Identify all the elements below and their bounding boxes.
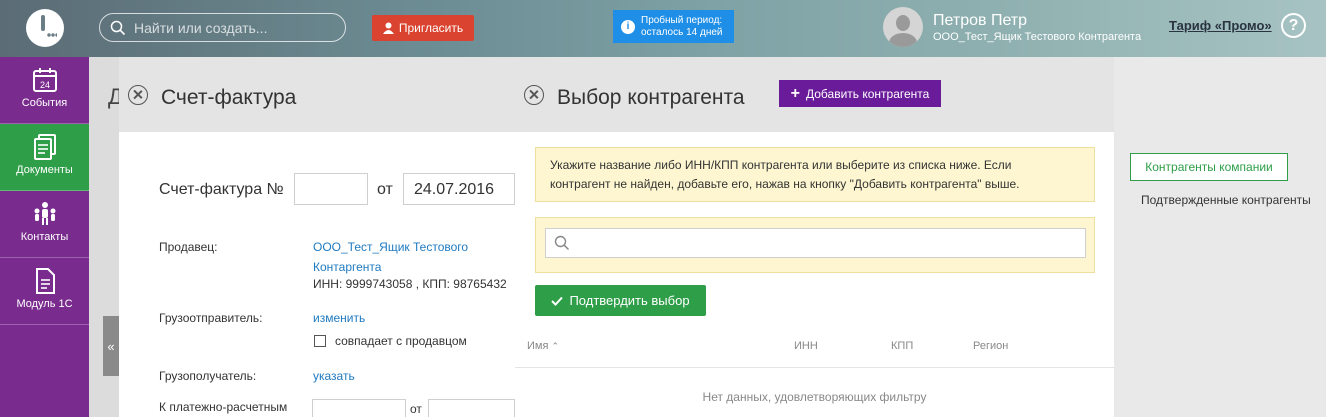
sidebar-item-module-1c[interactable]: Модуль 1С [0,258,89,325]
search-icon [554,235,570,251]
consignee-label: Грузополучатель: [159,369,257,383]
sidebar-item-label: Контакты [20,231,69,243]
column-header-region[interactable]: Регион [973,340,1008,352]
top-bar: Пригласить i Пробный период: осталось 14… [0,0,1326,57]
payment-doc-number-input[interactable] [312,399,406,417]
calendar-icon: 24 [32,68,57,92]
counterparty-search-input[interactable] [576,235,1076,251]
sort-asc-icon: ⌃ [551,341,560,351]
trial-line-1: Пробный период: [641,14,723,26]
seller-link[interactable]: ООО_Тест_Ящик Тестового [313,240,468,254]
invoice-number-label: Счет-фактура № [159,181,284,198]
sidebar-item-events[interactable]: 24 События [0,57,89,124]
counterparty-search-area [535,217,1095,273]
documents-icon [33,134,56,160]
seller-link-line2[interactable]: Контаргента [313,260,381,274]
sidebar: 24 События Документы Контакты Модуль 1С [0,57,89,417]
add-counterparty-label: Добавить контрагента [805,86,930,101]
column-name-label: Имя [527,340,549,352]
column-header-inn[interactable]: ИНН [794,340,818,352]
close-counterparty-icon[interactable] [524,85,544,105]
close-invoice-icon[interactable] [128,85,148,105]
collapse-panel-handle[interactable]: « [103,316,119,376]
tariff-link[interactable]: Тариф «Промо» [1169,18,1272,33]
same-as-seller-label: совпадает с продавцом [335,334,467,348]
hint-line-2: контрагент не найден, добавьте его, нажа… [550,177,1020,191]
sidebar-item-label: Модуль 1С [16,298,73,310]
same-as-seller-checkbox[interactable] [314,335,326,347]
table-divider [515,367,1114,368]
empty-table-message: Нет данных, удовлетворяющих фильтру [702,390,927,404]
column-header-name[interactable]: Имя ⌃ [527,340,559,352]
invoice-date-input[interactable]: 24.07.2016 [403,173,515,205]
plus-icon: + [790,84,800,102]
sidebar-item-label: События [21,97,68,109]
confirm-selection-label: Подтвердить выбор [569,293,690,308]
info-icon: i [621,19,635,34]
document-icon [35,268,55,294]
invoice-title: Счет-фактура [161,86,297,109]
sidebar-item-documents[interactable]: Документы [0,124,89,191]
user-organization[interactable]: ООО_Тест_Ящик Тестового Контрагента [933,31,1141,43]
confirm-selection-button[interactable]: Подтвердить выбор [535,285,706,316]
help-icon[interactable]: ? [1281,13,1306,38]
invoice-date-value: 24.07.2016 [414,181,495,198]
consignee-specify-link[interactable]: указать [313,369,355,383]
filter-company-counterparties[interactable]: Контрагенты компании [1130,153,1288,181]
app-logo-icon[interactable] [26,9,64,47]
invoice-number-input[interactable] [294,173,368,205]
sidebar-item-contacts[interactable]: Контакты [0,191,89,258]
person-icon [382,22,394,34]
trial-badge[interactable]: i Пробный период: осталось 14 дней [613,10,734,43]
checkmark-icon [551,296,564,306]
payment-doc-label: К платежно-расчетным [159,400,288,414]
shipper-label: Грузоотправитель: [159,311,263,325]
hint-notice: Укажите название либо ИНН/КПП контрагент… [535,147,1095,202]
column-header-kpp[interactable]: КПП [891,340,913,352]
invite-button-label: Пригласить [398,21,464,35]
counterparty-search-field[interactable] [545,228,1086,258]
global-search-input[interactable] [134,19,334,36]
invite-button[interactable]: Пригласить [372,15,474,41]
seller-tax-ids: ИНН: 9999743058 , КПП: 98765432 [313,277,507,291]
user-name[interactable]: Петров Петр [933,12,1027,30]
trial-line-2: осталось 14 дней [641,26,723,38]
calendar-badge: 24 [39,80,49,90]
seller-label: Продавец: [159,240,218,254]
contacts-icon [34,202,55,225]
payment-doc-date-separator: от [410,402,422,416]
global-search[interactable] [99,13,346,42]
sidebar-item-label: Документы [16,164,73,176]
search-icon [110,20,126,35]
filter-panel [1114,57,1326,417]
date-separator: от [377,181,393,198]
counterparty-title: Выбор контрагента [557,86,745,109]
hint-line-1: Укажите название либо ИНН/КПП контрагент… [550,158,1012,172]
payment-doc-date-input[interactable] [428,399,515,417]
add-counterparty-button[interactable]: + Добавить контрагента [779,80,941,107]
filter-confirmed-counterparties[interactable]: Подтвержденные контрагенты [1141,193,1311,207]
avatar[interactable] [883,7,923,47]
shipper-change-link[interactable]: изменить [313,311,365,325]
